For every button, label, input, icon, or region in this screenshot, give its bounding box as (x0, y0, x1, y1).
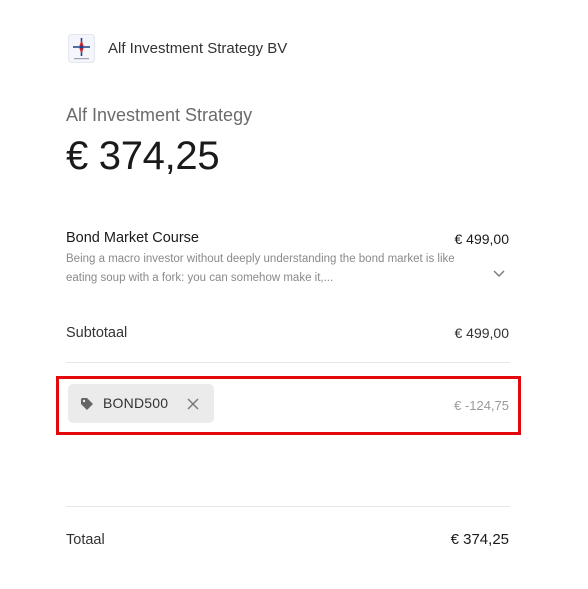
divider (66, 506, 510, 507)
store-name: Alf Investment Strategy (66, 105, 253, 125)
total-amount: € 374,25 (66, 134, 220, 178)
divider (66, 362, 510, 363)
subtotal-value: € 499,00 (454, 325, 510, 341)
compass-star-logo-icon (73, 38, 90, 60)
expand-description-button[interactable] (490, 264, 508, 282)
line-item-price: € 499,00 (454, 231, 510, 247)
merchant-logo (68, 34, 95, 63)
close-icon (187, 398, 199, 410)
subtotal-label: Subtotaal (66, 325, 128, 341)
chevron-down-icon (493, 270, 505, 277)
tag-icon (80, 397, 94, 411)
total-value: € 374,25 (450, 531, 509, 548)
line-item-description: Being a macro investor without deeply un… (66, 253, 455, 284)
line-item-name: Bond Market Course (66, 230, 199, 246)
promo-code-text: BOND500 (103, 395, 169, 411)
merchant-name: Alf Investment Strategy BV (108, 40, 288, 57)
discount-value: € -124,75 (454, 398, 509, 413)
total-label: Totaal (66, 532, 105, 548)
remove-promo-button[interactable] (186, 397, 200, 411)
